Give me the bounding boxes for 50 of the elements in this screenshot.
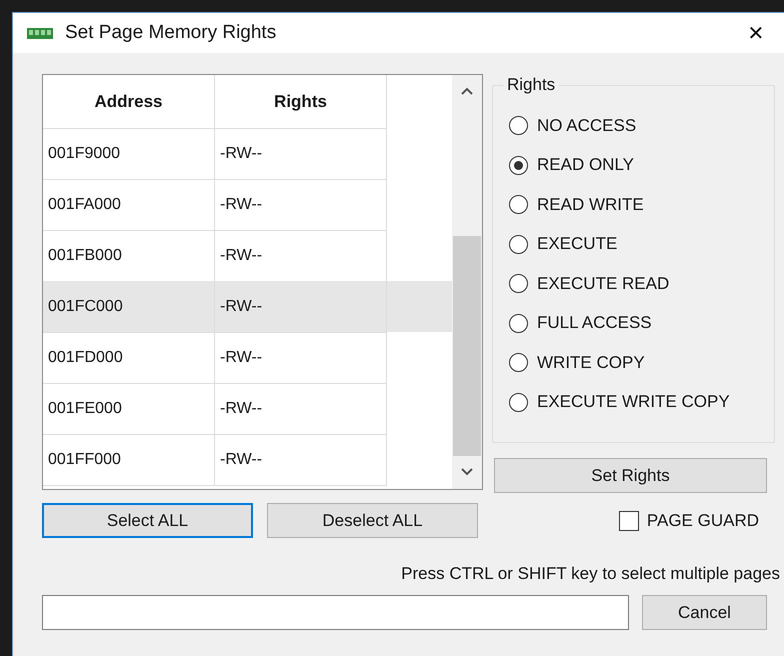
radio-button[interactable] [509, 353, 528, 372]
column-header[interactable]: Rights [215, 75, 387, 129]
column-header[interactable]: Address [43, 75, 215, 129]
table-cell: 001FE000 [43, 383, 215, 435]
table-cell: -RW-- [215, 179, 387, 231]
table-cell: -RW-- [215, 434, 387, 486]
set-rights-button[interactable]: Set Rights [494, 458, 767, 493]
table-row[interactable]: 001FF000 -RW-- [43, 434, 452, 485]
group-title: Rights [503, 75, 560, 95]
cancel-button[interactable]: Cancel [642, 595, 767, 630]
close-button[interactable]: ✕ [735, 20, 777, 46]
scrollbar-thumb[interactable] [453, 236, 481, 456]
radio-button[interactable] [509, 116, 528, 136]
radio-option[interactable]: WRITE COPY [509, 343, 645, 382]
checkbox[interactable] [618, 511, 639, 531]
table-row[interactable]: 001FE000 -RW-- [43, 383, 452, 434]
radio-option[interactable]: EXECUTE READ [509, 264, 670, 304]
table-cell: -RW-- [215, 128, 387, 180]
radio-option[interactable]: READ WRITE [509, 185, 644, 224]
table-cell: 001F9000 [43, 128, 215, 180]
radio-button[interactable] [509, 156, 528, 175]
radio-button[interactable] [509, 234, 528, 254]
radio-option[interactable]: FULL ACCESS [509, 304, 652, 343]
radio-button[interactable] [509, 274, 528, 294]
select-button[interactable]: Select ALL [42, 503, 253, 538]
table-cell: 001FF000 [43, 434, 215, 486]
table-cell: -RW-- [215, 281, 387, 333]
radio-button[interactable] [509, 195, 528, 214]
table-row[interactable]: 001FC000 -RW-- [43, 281, 452, 332]
radio-option[interactable]: READ ONLY [509, 146, 634, 185]
radio-option[interactable]: NO ACCESS [509, 106, 636, 146]
window-title: Set Page Memory Rights [65, 22, 278, 44]
table-row[interactable]: 001FA000 -RW-- [43, 179, 452, 230]
radio-option[interactable]: EXECUTE WRITE COPY [509, 382, 730, 422]
hint-text: Press CTRL or SHIFT key to select multiple pages [400, 564, 780, 584]
table-cell: 001FD000 [43, 332, 215, 384]
table-row[interactable]: 001F9000 -RW-- [43, 128, 452, 179]
input-field[interactable] [42, 595, 629, 630]
radio-button[interactable] [509, 392, 528, 412]
table-cell: 001FC000 [43, 281, 215, 333]
checkbox-label[interactable]: PAGE GUARD [646, 511, 759, 531]
scrollbar[interactable] [452, 75, 482, 489]
table-cell: -RW-- [215, 332, 387, 384]
radio-button[interactable] [509, 314, 528, 333]
table-cell: -RW-- [215, 383, 387, 435]
memory-chip-icon [27, 28, 53, 38]
select-button[interactable]: Deselect ALL [267, 503, 478, 538]
radio-option[interactable]: EXECUTE [509, 224, 618, 264]
table-cell: 001FA000 [43, 179, 215, 231]
table-row[interactable]: 001FD000 -RW-- [43, 332, 452, 383]
